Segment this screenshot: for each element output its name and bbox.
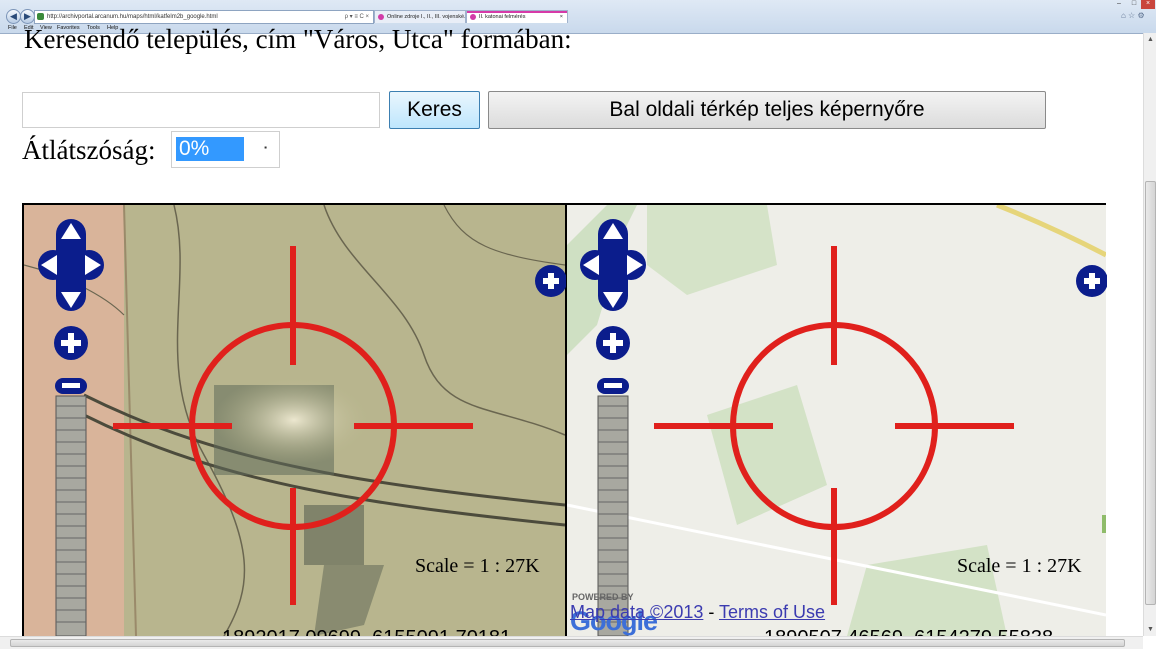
left-zoom-bar[interactable] <box>53 326 89 636</box>
left-crosshair <box>113 246 473 605</box>
right-crosshair <box>654 246 1014 605</box>
left-pan-control[interactable] <box>36 218 106 312</box>
left-scale-label: Scale = 1 : 27K <box>415 555 540 577</box>
map-attribution: Map data ©2013 - Terms of Use <box>570 602 825 623</box>
vertical-scroll-thumb[interactable] <box>1145 181 1156 605</box>
scroll-up-icon[interactable]: ▲ <box>1146 35 1155 44</box>
right-layer-switcher-icon[interactable] <box>1075 264 1107 298</box>
right-zoom-bar[interactable] <box>595 326 631 636</box>
map-data-link[interactable]: Map data ©2013 <box>570 602 703 622</box>
vertical-scrollbar[interactable]: ▲ ▼ <box>1143 33 1156 636</box>
scroll-down-icon[interactable]: ▼ <box>1146 625 1155 634</box>
powered-by-label: POWERED BY <box>572 592 634 602</box>
terms-of-use-link[interactable]: Terms of Use <box>719 602 825 622</box>
right-pan-control[interactable] <box>578 218 648 312</box>
horizontal-scroll-thumb[interactable] <box>10 639 1125 647</box>
left-layer-switcher-icon[interactable] <box>534 264 566 298</box>
attribution-separator: - <box>703 602 720 622</box>
crosshair-overlay <box>113 246 1014 605</box>
right-scale-label: Scale = 1 : 27K <box>957 555 1082 577</box>
horizontal-scrollbar[interactable] <box>0 636 1143 649</box>
